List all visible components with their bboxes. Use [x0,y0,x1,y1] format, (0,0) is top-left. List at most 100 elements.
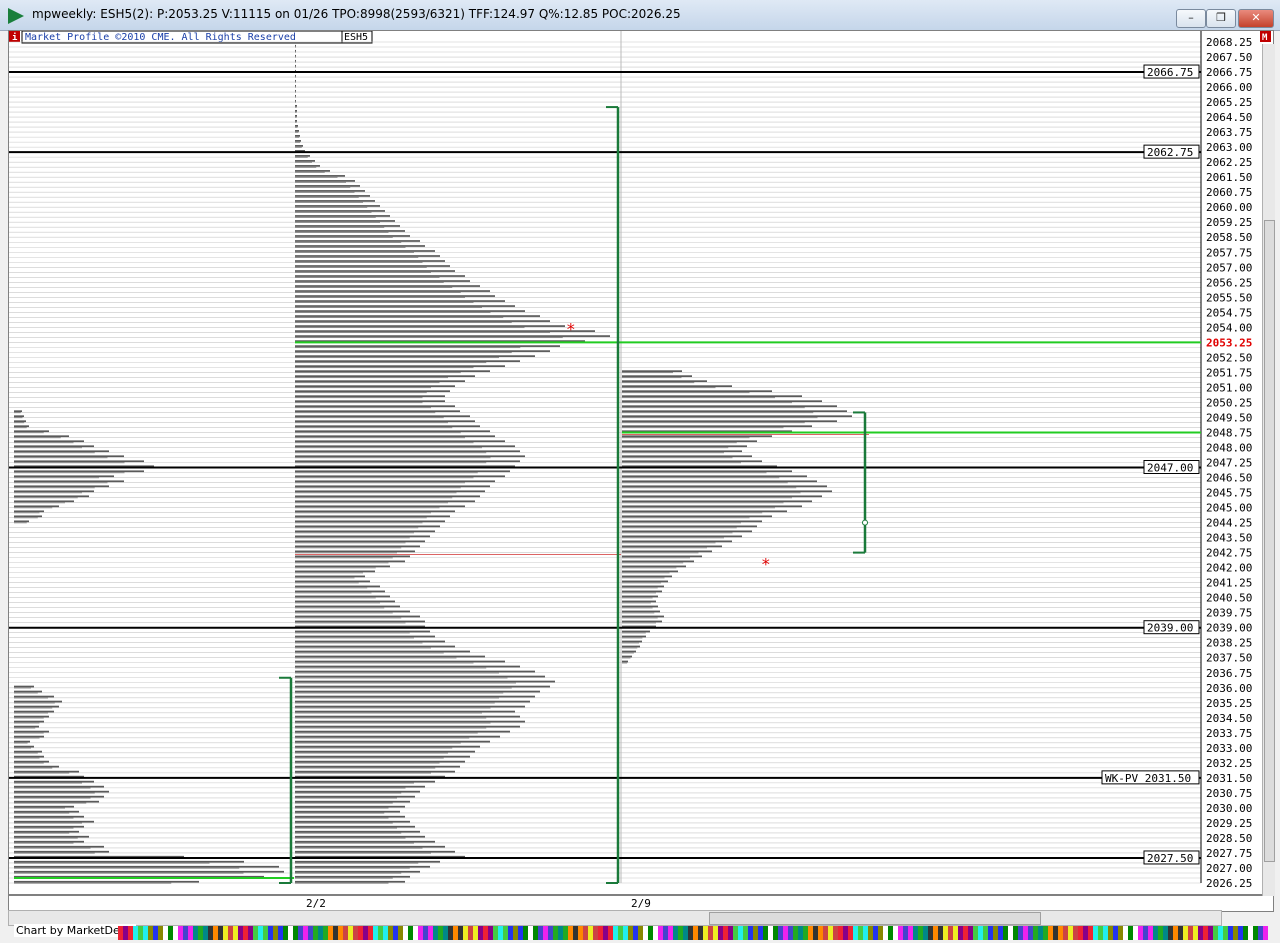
tpo-row [295,395,445,398]
tpo-row [295,680,555,683]
tpo-row-sub [295,457,491,459]
color-strip-cell [1093,926,1098,940]
tpo-row [295,59,296,62]
color-strip-cell [338,926,343,940]
price-axis-label: 2042.75 [1206,547,1252,560]
tpo-row-sub [295,266,427,268]
tpo-row-sub [14,517,38,519]
color-strip-cell [398,926,403,940]
tpo-row [295,145,303,147]
tpo-row-sub [295,817,389,819]
color-strip-cell [483,926,488,940]
minimize-button[interactable]: – [1176,9,1206,28]
tpo-row [14,785,104,788]
tpo-row [622,445,747,448]
tpo-row [295,700,530,703]
tpo-row [295,570,375,573]
tpo-row [295,495,480,498]
tpo-row [295,610,410,613]
price-axis-label: 2029.25 [1206,817,1252,830]
tpo-row-sub [295,46,296,48]
tpo-row [295,190,365,192]
color-strip-cell [638,926,643,940]
tpo-row-sub [295,762,440,764]
tpo-row-sub [14,472,125,474]
tpo-row-sub [622,417,818,419]
tpo-row-sub [295,166,317,168]
tpo-row-sub [295,196,359,198]
tpo-row-sub [295,66,296,68]
vertical-scrollbar[interactable] [1262,44,1275,896]
tpo-row [295,440,505,443]
tpo-row-sub [295,587,368,589]
price-axis-label: 2060.00 [1206,201,1252,214]
tpo-row [295,295,495,297]
tpo-row-sub [622,542,716,544]
restore-button[interactable]: ❒ [1206,9,1236,28]
color-strip-cell [133,926,138,940]
price-axis-label: 2038.25 [1206,637,1252,650]
tpo-row-sub [14,757,40,759]
color-strip-cell [613,926,618,940]
tpo-row-sub [622,647,638,649]
chart-area[interactable]: i Market Profile ©2010 CME. All Rights Re… [8,30,1274,912]
price-axis-label: 2045.75 [1206,487,1252,500]
color-strip-cell [153,926,158,940]
color-strip-cell [323,926,328,940]
color-strip-cell [1173,926,1178,940]
color-strip-cell [583,926,588,940]
price-axis-label: 2053.25 [1206,336,1252,349]
close-button[interactable]: ✕ [1238,9,1274,28]
color-strip-cell [288,926,293,940]
color-strip-cell [1013,926,1018,940]
color-strip-cell [578,926,583,940]
tpo-row [295,690,540,693]
color-strip-cell [893,926,898,940]
color-strip-cell [378,926,383,940]
color-strip-cell [538,926,543,940]
tpo-row [14,765,59,768]
color-strip-cell [1203,926,1208,940]
color-strip-cell [788,926,793,940]
color-strip-cell [573,926,578,940]
tpo-row [14,795,104,798]
tpo-row [295,765,460,768]
tpo-row-sub [295,366,474,369]
tpo-row [14,505,59,508]
tpo-row-sub [14,772,70,774]
tpo-row-sub [14,817,74,819]
color-strip-cell [803,926,808,940]
color-strip-cell [963,926,968,940]
market-profile-chart[interactable]: i Market Profile ©2010 CME. All Rights Re… [9,30,1273,911]
tpo-row-sub [622,607,653,609]
color-strip-cell [843,926,848,940]
price-axis-label: 2036.75 [1206,667,1252,680]
color-strip-cell [663,926,668,940]
color-strip-cell [533,926,538,940]
color-strip-cell [983,926,988,940]
tpo-row [295,850,455,853]
tpo-row [295,595,390,598]
tpo-row-sub [14,737,40,739]
date-axis-label: 2/2 [306,897,326,910]
tpo-row [14,850,109,853]
price-axis-label: 2065.25 [1206,96,1252,109]
color-strip-cell [818,926,823,940]
vertical-scroll-thumb[interactable] [1264,220,1275,862]
level-label: 2066.75 [1147,66,1193,79]
color-strip-cell [1063,926,1068,940]
tpo-row-sub [295,562,389,564]
tpo-row [295,820,410,823]
tpo-row [14,830,79,833]
color-strip-cell [588,926,593,940]
color-strip-cell [1178,926,1183,940]
tpo-row [295,49,296,52]
tpo-row-sub [295,492,457,494]
color-strip-cell [908,926,913,940]
tpo-row [295,285,480,287]
tpo-row [295,380,465,383]
tpo-row-sub [14,417,23,419]
tpo-row [295,124,298,127]
tpo-row-sub [295,376,448,379]
color-strip-cell [783,926,788,940]
